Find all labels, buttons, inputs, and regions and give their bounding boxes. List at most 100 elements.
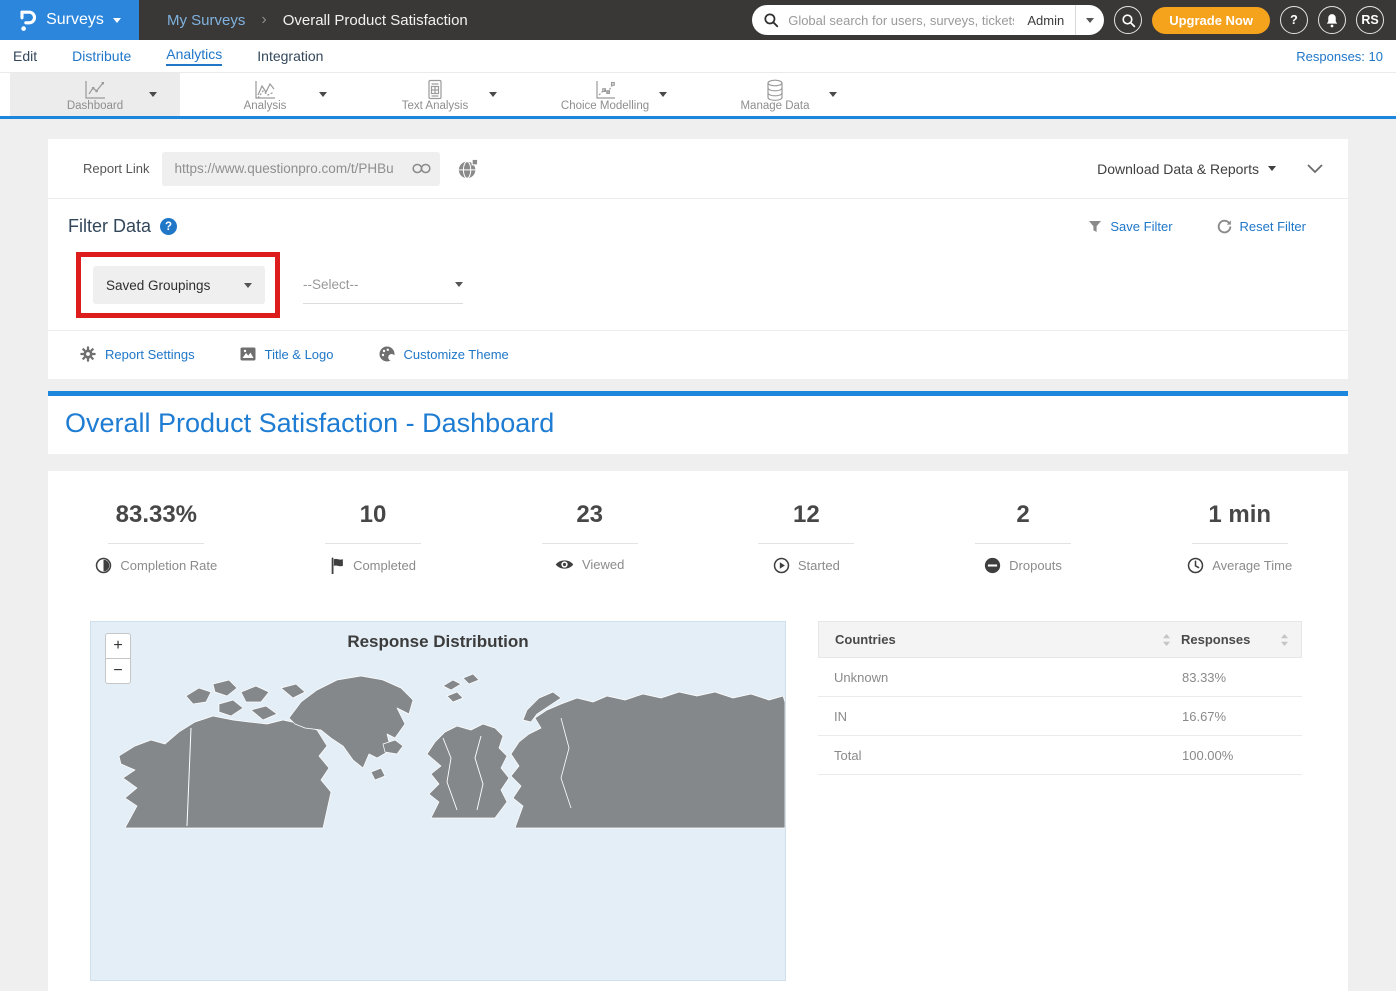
toolbar-analysis[interactable]: Analysis [180, 73, 350, 116]
share-globe-icon[interactable] [457, 158, 479, 180]
filter-data-title: Filter Data [68, 216, 151, 237]
chevron-down-icon [659, 92, 667, 97]
table-header: Countries Responses [818, 621, 1302, 658]
report-link-row: Report Link Download Data & Reports [48, 139, 1348, 198]
stat-completion-rate: 83.33% Completion Rate [48, 501, 265, 574]
breadcrumb-parent[interactable]: My Surveys [167, 12, 245, 29]
table-row: IN 16.67% [818, 697, 1302, 736]
world-map[interactable] [91, 658, 785, 958]
breadcrumb-current: Overall Product Satisfaction [283, 12, 468, 29]
report-settings-button[interactable]: Report Settings [80, 346, 195, 362]
eye-icon [555, 558, 574, 571]
gear-icon [80, 346, 96, 362]
map-zoom-out-button[interactable]: − [105, 658, 131, 684]
chevron-down-icon [244, 283, 252, 288]
chevron-down-icon [1268, 166, 1276, 171]
top-header: Surveys My Surveys › Overall Product Sat… [0, 0, 1396, 40]
header-actions: Admin Upgrade Now ? RS [752, 5, 1396, 35]
search-icon [763, 12, 779, 28]
minus-circle-icon [984, 557, 1001, 574]
page-title: Overall Product Satisfaction - Dashboard [65, 408, 1348, 439]
chevron-down-icon [113, 18, 121, 23]
chevron-down-icon [319, 92, 327, 97]
product-switcher[interactable]: Surveys [0, 0, 139, 40]
play-circle-icon [773, 557, 790, 574]
image-icon [240, 347, 256, 361]
completion-rate-icon [95, 557, 112, 574]
download-data-reports-menu[interactable]: Download Data & Reports [1097, 161, 1276, 177]
stat-viewed: 23 Viewed [481, 501, 698, 574]
nav-tab-analytics[interactable]: Analytics [166, 46, 222, 66]
analytics-toolbar: Dashboard Analysis Text Analysis Choice … [0, 73, 1396, 119]
map-zoom-in-button[interactable]: + [105, 633, 131, 659]
stat-started: 12 Started [698, 501, 915, 574]
chevron-down-icon [489, 92, 497, 97]
report-link-input[interactable] [172, 160, 412, 177]
filter-section: Filter Data ? Save Filter [48, 199, 1348, 304]
save-filter-button[interactable]: Save Filter [1088, 219, 1172, 234]
search-icon [1121, 13, 1136, 28]
bell-icon [1325, 13, 1339, 28]
filter-controls: Saved Groupings --Select-- [93, 266, 1326, 304]
table-row: Unknown 83.33% [818, 658, 1302, 697]
main-content: Report Link Download Data & Reports [0, 119, 1396, 991]
breadcrumb: My Surveys › Overall Product Satisfactio… [167, 11, 468, 29]
sort-icon[interactable] [1280, 633, 1289, 647]
toolbar-text-analysis[interactable]: Text Analysis [350, 73, 520, 116]
stat-dropouts: 2 Dropouts [915, 501, 1132, 574]
report-link-field[interactable] [162, 152, 440, 186]
report-controls-card: Report Link Download Data & Reports [48, 139, 1348, 379]
map-zoom-controls: + − [105, 633, 131, 684]
toolbar-manage-data[interactable]: Manage Data [690, 73, 860, 116]
report-actions-row: Report Settings Title & Logo Customize T… [48, 331, 1348, 379]
notifications-button[interactable] [1318, 6, 1346, 34]
toolbar-dashboard[interactable]: Dashboard [10, 73, 180, 116]
palette-icon-button[interactable]: Customize Theme [379, 346, 509, 362]
countries-table: Countries Responses [818, 621, 1302, 981]
flag-icon [330, 557, 345, 574]
response-distribution-map: + − Response Distribution [90, 621, 786, 981]
chevron-down-icon [455, 282, 463, 287]
stat-completed: 10 Completed [265, 501, 482, 574]
chevron-down-icon [1086, 18, 1094, 23]
global-search: Admin [752, 5, 1104, 35]
stats-row: 83.33% Completion Rate 10 [48, 501, 1348, 574]
help-button[interactable]: ? [1280, 6, 1308, 34]
search-scope-dropdown[interactable] [1075, 5, 1104, 35]
question-mark-icon: ? [1290, 13, 1298, 27]
nav-tab-edit[interactable]: Edit [13, 48, 37, 64]
funnel-icon [1088, 220, 1102, 234]
nav-tab-distribute[interactable]: Distribute [72, 48, 131, 64]
saved-groupings-select[interactable]: Saved Groupings [93, 266, 265, 304]
avatar-initials: RS [1361, 13, 1378, 27]
advanced-search-button[interactable] [1114, 6, 1142, 34]
breadcrumb-separator-icon: › [261, 11, 266, 29]
title-logo-button[interactable]: Title & Logo [240, 347, 334, 362]
global-search-input[interactable] [786, 12, 1016, 29]
survey-nav: Edit Distribute Analytics Integration Re… [0, 40, 1396, 73]
responses-count: Responses: 10 [1296, 49, 1383, 64]
avatar[interactable]: RS [1356, 6, 1384, 34]
report-link-label: Report Link [83, 161, 149, 176]
clock-icon [1187, 557, 1204, 574]
upgrade-button[interactable]: Upgrade Now [1152, 7, 1270, 34]
visualization-row: + − Response Distribution [90, 621, 1302, 981]
link-icon [412, 162, 431, 175]
map-title: Response Distribution [91, 622, 785, 652]
grouping-value-select[interactable]: --Select-- [303, 266, 463, 304]
nav-tab-integration[interactable]: Integration [257, 48, 323, 64]
reset-filter-button[interactable]: Reset Filter [1217, 219, 1306, 234]
help-icon[interactable]: ? [160, 218, 177, 235]
chevron-down-icon [829, 92, 837, 97]
collapse-panel-icon[interactable] [1306, 163, 1324, 174]
toolbar-choice-modelling[interactable]: Choice Modelling [520, 73, 690, 116]
sort-icon[interactable] [1162, 633, 1171, 647]
responses-column-header[interactable]: Responses [1181, 632, 1301, 647]
table-row: Total 100.00% [818, 736, 1302, 775]
dashboard-body-card: 83.33% Completion Rate 10 [48, 471, 1348, 991]
product-name: Surveys [46, 11, 104, 29]
stat-average-time: 1 min Average Time [1131, 501, 1348, 574]
palette-icon [379, 346, 395, 362]
countries-column-header[interactable]: Countries [819, 632, 1181, 647]
reset-icon [1217, 219, 1232, 234]
